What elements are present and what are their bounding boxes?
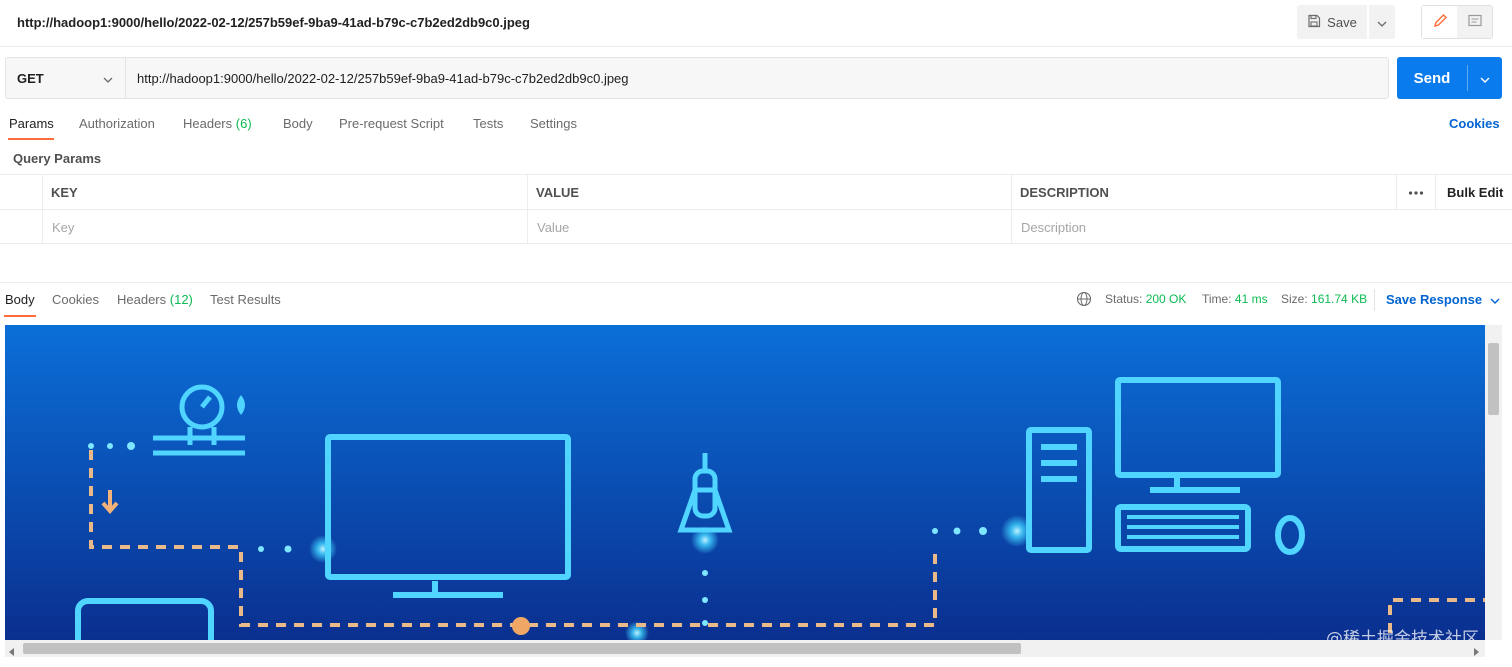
chevron-down-icon	[1377, 15, 1387, 30]
size-label: Size:	[1281, 292, 1308, 306]
connector-node	[512, 617, 530, 635]
cookies-link[interactable]: Cookies	[1449, 116, 1500, 131]
request-tabs: Params Authorization Headers (6) Body Pr…	[0, 110, 1512, 144]
tab-headers[interactable]: Headers (6)	[183, 116, 252, 131]
url-input[interactable]	[126, 58, 1388, 98]
column-description: DESCRIPTION	[1020, 185, 1109, 200]
response-header: Body Cookies Headers (12) Test Results S…	[0, 282, 1512, 322]
table-header-row: KEY VALUE DESCRIPTION Bulk Edit	[0, 175, 1512, 210]
response-tab-body[interactable]: Body	[5, 292, 35, 307]
column-value: VALUE	[536, 185, 580, 200]
send-button-group: Send	[1397, 57, 1502, 99]
description-input[interactable]: Description	[1012, 210, 1086, 245]
save-options-button[interactable]	[1369, 5, 1395, 39]
horizontal-scrollbar-thumb[interactable]	[23, 643, 1021, 654]
response-tab-headers[interactable]: Headers (12)	[117, 292, 193, 307]
save-response-button[interactable]: Save Response	[1386, 292, 1500, 307]
response-tab-cookies[interactable]: Cookies	[52, 292, 99, 307]
value-input[interactable]: Value	[528, 210, 569, 245]
tab-settings[interactable]: Settings	[530, 116, 577, 131]
response-tab-body-underline	[4, 315, 36, 317]
more-dots-icon[interactable]	[1408, 175, 1424, 210]
send-options-button[interactable]	[1468, 57, 1502, 99]
tab-authorization[interactable]: Authorization	[79, 116, 155, 131]
save-label: Save	[1327, 14, 1357, 30]
response-meta-divider	[1374, 289, 1375, 311]
response-tab-headers-label: Headers	[117, 292, 167, 307]
request-title-bar: http://hadoop1:9000/hello/2022-02-12/257…	[0, 0, 1512, 47]
network-illustration	[5, 325, 1485, 640]
column-key: KEY	[51, 185, 78, 200]
tab-headers-count: (6)	[235, 116, 252, 131]
scroll-right-icon[interactable]	[1473, 644, 1479, 659]
time-label: Time:	[1202, 292, 1232, 306]
table-row: Key Value Description	[0, 210, 1512, 245]
view-mode-toggle	[1421, 5, 1493, 39]
tab-headers-label: Headers	[183, 116, 233, 131]
globe-icon[interactable]	[1076, 291, 1092, 310]
response-tab-headers-count: (12)	[169, 292, 193, 307]
pencil-icon	[1432, 13, 1448, 32]
size-value: 161.74 KB	[1311, 292, 1368, 306]
send-button[interactable]: Send	[1397, 57, 1467, 99]
bulk-edit-button[interactable]: Bulk Edit	[1447, 175, 1503, 210]
request-title: http://hadoop1:9000/hello/2022-02-12/257…	[17, 15, 530, 30]
response-image	[5, 325, 1485, 640]
save-button[interactable]: Save	[1297, 5, 1367, 39]
tab-pre-request-script[interactable]: Pre-request Script	[339, 116, 444, 131]
tab-params-underline	[8, 138, 54, 140]
status-value: 200 OK	[1145, 292, 1187, 306]
method-value: GET	[17, 70, 44, 86]
status-indicator: Status: 200 OK	[1105, 292, 1186, 306]
comment-icon	[1467, 13, 1483, 32]
edit-mode-button[interactable]	[1422, 6, 1457, 38]
scroll-left-icon[interactable]	[9, 644, 15, 659]
save-icon	[1307, 14, 1321, 31]
query-params-table: KEY VALUE DESCRIPTION Bulk Edit Key Valu…	[0, 174, 1512, 244]
tab-body[interactable]: Body	[283, 116, 313, 131]
size-indicator: Size: 161.74 KB	[1281, 292, 1367, 306]
comment-mode-button[interactable]	[1457, 6, 1492, 38]
tab-tests[interactable]: Tests	[473, 116, 503, 131]
chevron-down-icon	[1490, 292, 1500, 307]
response-tab-test-results[interactable]: Test Results	[210, 292, 281, 307]
save-group: Save	[1297, 5, 1395, 39]
url-bar: GET	[5, 57, 1389, 99]
vertical-scrollbar-thumb[interactable]	[1488, 343, 1499, 415]
time-value: 41 ms	[1234, 292, 1268, 306]
time-indicator: Time: 41 ms	[1202, 292, 1268, 306]
horizontal-scrollbar[interactable]	[5, 640, 1485, 657]
method-select[interactable]: GET	[6, 58, 126, 98]
keyboard-keys	[1127, 515, 1239, 539]
key-input[interactable]: Key	[43, 210, 74, 245]
vertical-scrollbar[interactable]	[1485, 325, 1502, 640]
query-params-title: Query Params	[13, 151, 102, 166]
save-response-label: Save Response	[1386, 292, 1483, 307]
tab-params[interactable]: Params	[9, 116, 54, 131]
chevron-down-icon	[1480, 71, 1490, 86]
status-label: Status:	[1105, 292, 1143, 306]
chevron-down-icon	[103, 71, 113, 86]
